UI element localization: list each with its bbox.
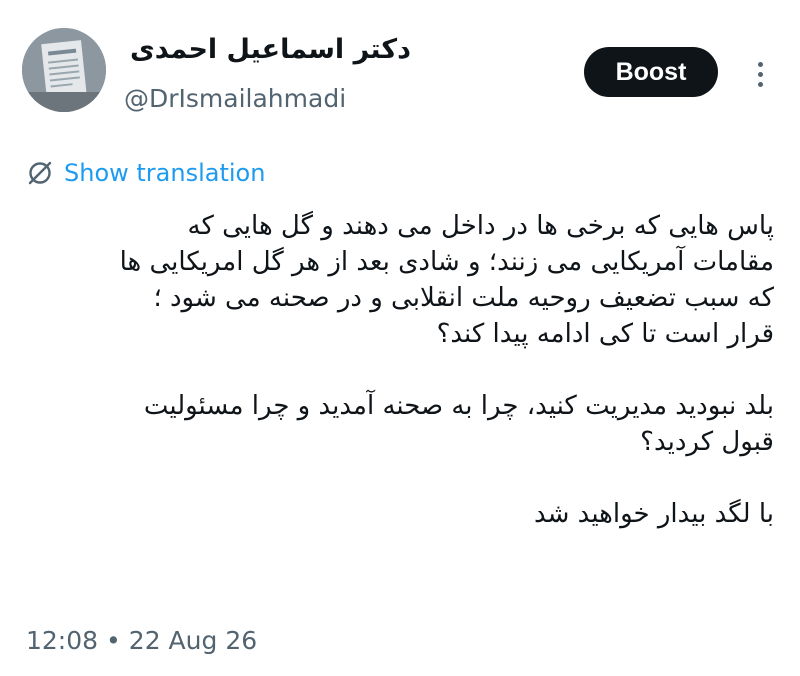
tweet-time[interactable]: 12:08: [26, 626, 98, 655]
boost-button[interactable]: Boost: [584, 47, 718, 97]
tweet-paragraph: بلد نبودید مدیریت کنید، چرا به صحنه آمدی…: [28, 388, 774, 460]
translate-icon: [26, 159, 54, 187]
avatar[interactable]: [22, 28, 106, 112]
tweet-line: که سبب تضعیف روحیه ملت انقلابی و در صحنه…: [153, 283, 774, 313]
tweet-line: پاس هایی که برخی ها در داخل می دهند و گل…: [187, 211, 774, 241]
tweet-line: با لگد بیدار خواهید شد: [533, 499, 774, 529]
avatar-image: [22, 28, 106, 112]
more-dot: [757, 61, 763, 67]
meta-separator: •: [106, 626, 121, 655]
tweet-meta: 12:08 • 22 Aug 26: [26, 626, 257, 655]
tweet-text: پاس هایی که برخی ها در داخل می دهند و گل…: [28, 208, 774, 532]
more-vertical-icon[interactable]: [748, 54, 772, 94]
more-dot: [757, 81, 763, 87]
tweet-paragraph: پاس هایی که برخی ها در داخل می دهند و گل…: [28, 208, 774, 352]
more-dot: [757, 71, 763, 77]
tweet-paragraph: با لگد بیدار خواهید شد: [28, 496, 774, 532]
tweet-line: مقامات آمریکایی می زنند؛ و شادی بعد از ه…: [119, 247, 774, 277]
show-translation-link[interactable]: Show translation: [26, 156, 265, 190]
tweet-line: بلد نبودید مدیریت کنید، چرا به صحنه آمدی…: [143, 391, 774, 421]
tweet-card: دکتر اسماعیل احمدی @DrIsmailahmadi Boost…: [0, 0, 800, 676]
user-handle[interactable]: @DrIsmailahmadi: [124, 84, 346, 113]
tweet-line: قرار است تا کی ادامه پیدا کند؟: [436, 319, 774, 349]
tweet-date[interactable]: 22 Aug 26: [129, 626, 257, 655]
show-translation-label[interactable]: Show translation: [64, 159, 265, 187]
display-name[interactable]: دکتر اسماعیل احمدی: [130, 34, 411, 65]
tweet-line: قبول کردید؟: [640, 427, 774, 457]
